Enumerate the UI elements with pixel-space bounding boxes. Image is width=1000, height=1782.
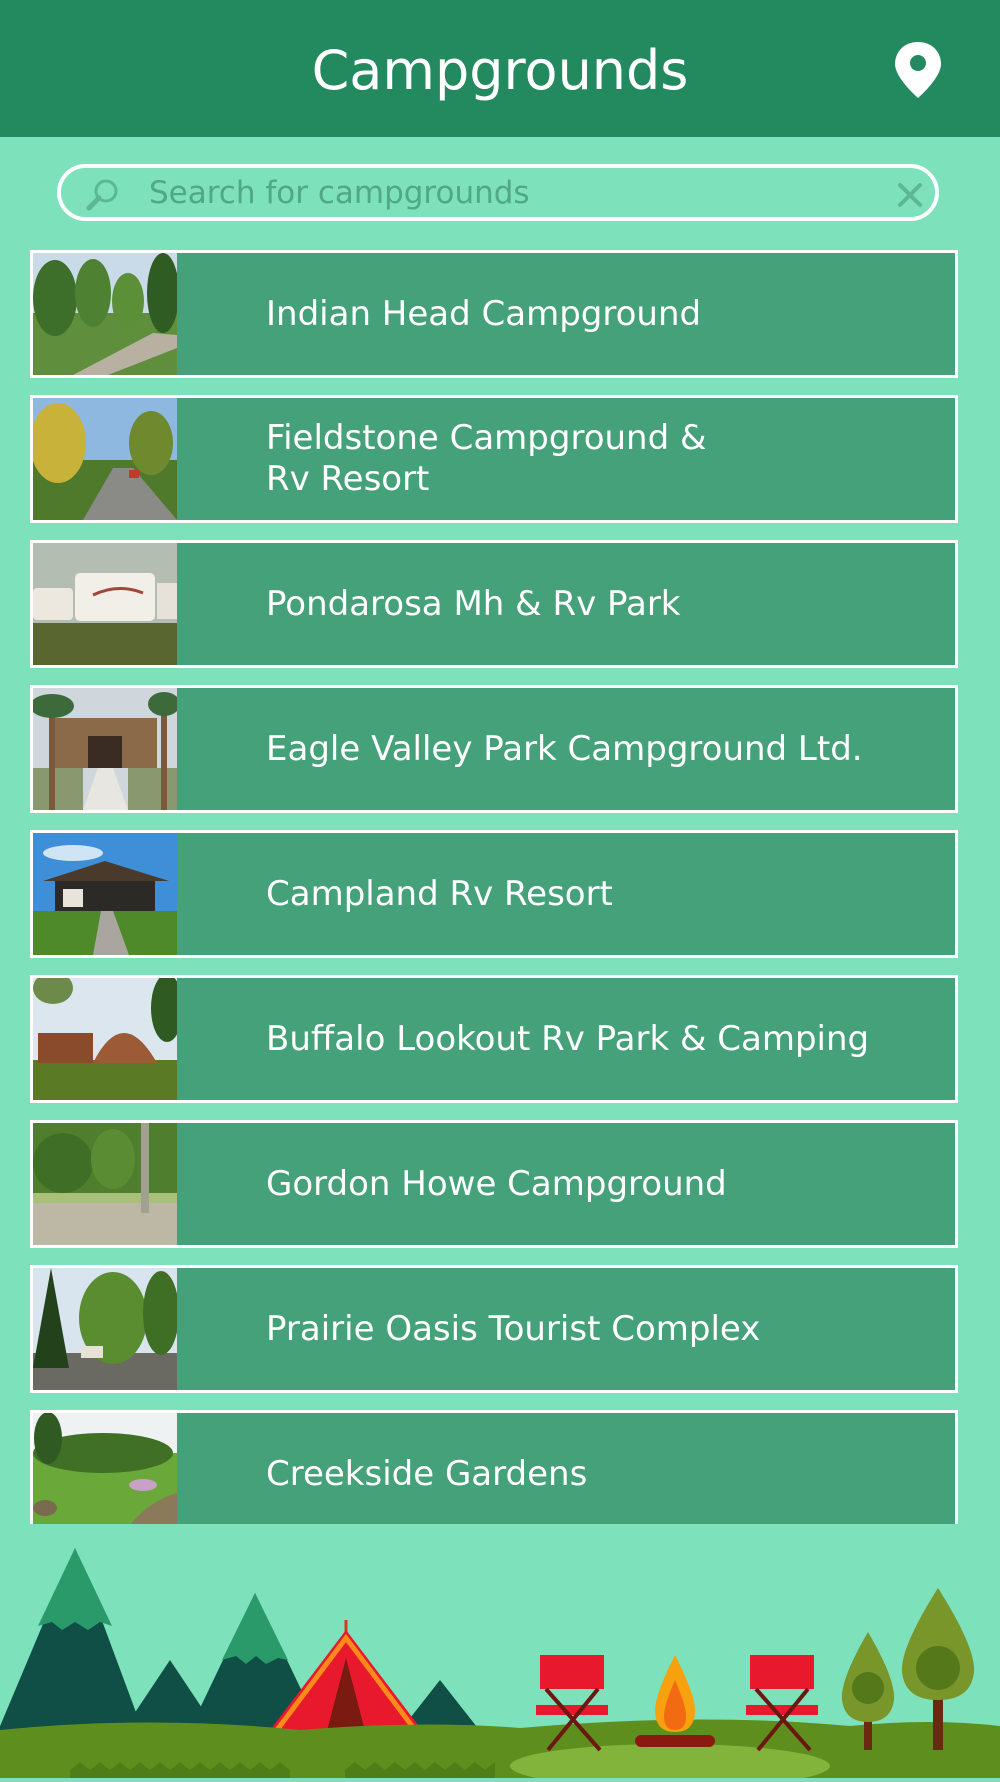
- campground-thumbnail: [33, 1268, 177, 1390]
- list-item[interactable]: Creekside Gardens: [30, 1410, 958, 1524]
- campground-name: Campland Rv Resort: [266, 873, 613, 914]
- campground-name: Creekside Gardens: [266, 1453, 588, 1494]
- list-item[interactable]: Pondarosa Mh & Rv Park: [30, 540, 958, 668]
- list-item[interactable]: Buffalo Lookout Rv Park & Camping: [30, 975, 958, 1103]
- list-item[interactable]: Fieldstone Campground & Rv Resort: [30, 395, 958, 523]
- campground-name: Gordon Howe Campground: [266, 1163, 727, 1204]
- campground-thumbnail: [33, 833, 177, 955]
- campground-thumbnail: [33, 1413, 177, 1524]
- campground-name: Prairie Oasis Tourist Complex: [266, 1308, 761, 1349]
- app-header: Campgrounds: [0, 0, 1000, 137]
- close-icon[interactable]: [897, 182, 923, 208]
- campground-name: Indian Head Campground: [266, 293, 702, 334]
- map-pin-icon[interactable]: [891, 40, 945, 100]
- campground-thumbnail: [33, 978, 177, 1100]
- list-item[interactable]: Eagle Valley Park Campground Ltd.: [30, 685, 958, 813]
- campground-thumbnail: [33, 688, 177, 810]
- campground-thumbnail: [33, 398, 177, 520]
- search-input[interactable]: [149, 172, 849, 214]
- magnifier-icon: [85, 177, 121, 213]
- search-bar: [57, 164, 939, 221]
- campground-name: Buffalo Lookout Rv Park & Camping: [266, 1018, 870, 1059]
- page-title: Campgrounds: [311, 39, 689, 102]
- campground-thumbnail: [33, 1123, 177, 1245]
- campground-name: Fieldstone Campground & Rv Resort: [266, 418, 707, 499]
- list-item[interactable]: Campland Rv Resort: [30, 830, 958, 958]
- campground-thumbnail: [33, 253, 177, 375]
- list-item[interactable]: Prairie Oasis Tourist Complex: [30, 1265, 958, 1393]
- campground-name: Pondarosa Mh & Rv Park: [266, 583, 681, 624]
- campground-thumbnail: [33, 543, 177, 665]
- campground-name: Eagle Valley Park Campground Ltd.: [266, 728, 863, 769]
- campground-list[interactable]: Indian Head Campground Fieldstone Campgr…: [30, 250, 958, 1524]
- list-item[interactable]: Indian Head Campground: [30, 250, 958, 378]
- list-item[interactable]: Gordon Howe Campground: [30, 1120, 958, 1248]
- camping-scene-illustration: [0, 1530, 1000, 1782]
